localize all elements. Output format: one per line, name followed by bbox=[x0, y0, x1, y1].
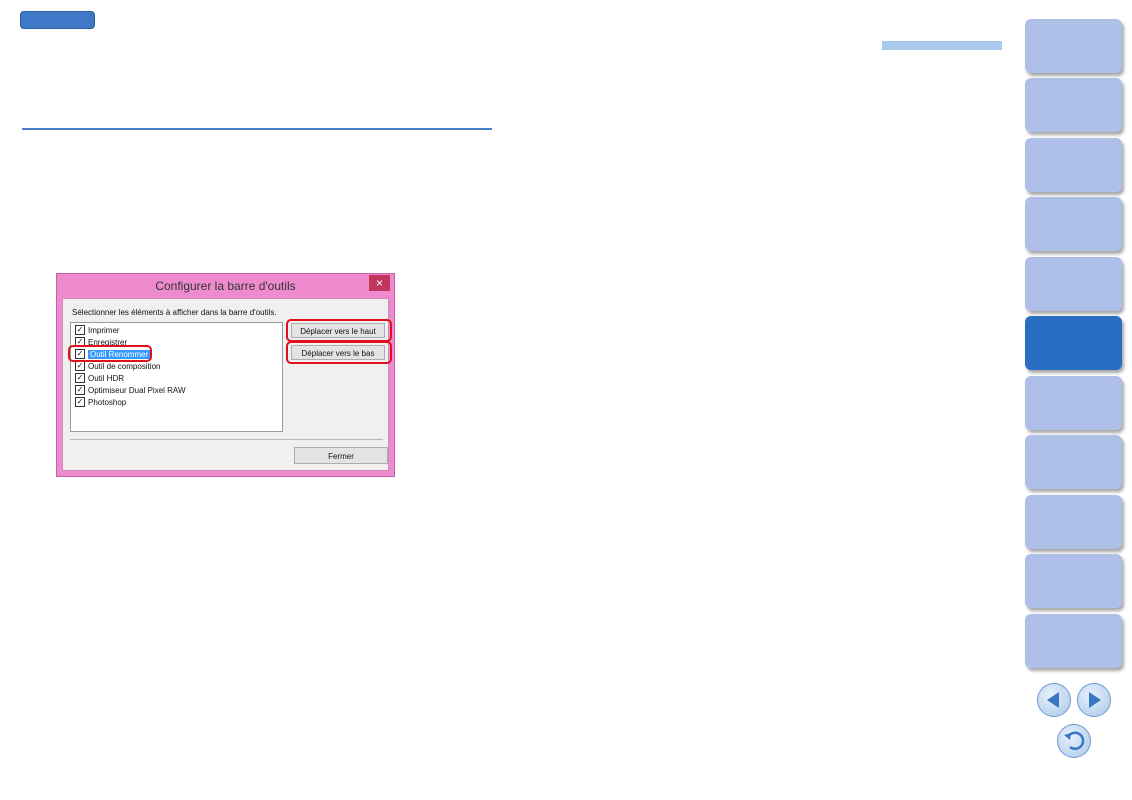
return-icon[interactable] bbox=[1057, 724, 1091, 758]
nav-tab[interactable] bbox=[1025, 554, 1122, 608]
checkbox-icon[interactable]: ✓ bbox=[75, 325, 85, 335]
checkbox-icon[interactable]: ✓ bbox=[75, 373, 85, 383]
nav-tab[interactable] bbox=[1025, 138, 1122, 192]
list-item-label: Outil de composition bbox=[88, 361, 161, 371]
list-item-label: Optimiseur Dual Pixel RAW bbox=[88, 385, 186, 395]
return-arrow-icon bbox=[1064, 731, 1085, 750]
next-page-icon[interactable] bbox=[1077, 683, 1111, 717]
checkbox-icon[interactable]: ✓ bbox=[75, 385, 85, 395]
list-item[interactable]: ✓ Optimiseur Dual Pixel RAW bbox=[75, 384, 186, 396]
section-divider bbox=[22, 128, 492, 130]
list-item[interactable]: ✓ Outil de composition bbox=[75, 360, 160, 372]
nav-tab[interactable] bbox=[1025, 257, 1122, 311]
next-arrow-icon bbox=[1089, 692, 1101, 708]
checkbox-icon[interactable]: ✓ bbox=[75, 349, 85, 359]
list-item[interactable]: ✓ Photoshop bbox=[75, 396, 126, 408]
checkbox-icon[interactable]: ✓ bbox=[75, 397, 85, 407]
top-badge[interactable] bbox=[20, 11, 95, 29]
dialog-title: Configurer la barre d'outils bbox=[155, 279, 296, 293]
dialog-body: Sélectionner les éléments à afficher dan… bbox=[62, 298, 392, 471]
toolbar-config-dialog: Configurer la barre d'outils × Sélection… bbox=[56, 273, 395, 477]
nav-tab-active[interactable] bbox=[1025, 316, 1122, 370]
list-item-label: Outil HDR bbox=[88, 373, 125, 383]
checkbox-icon[interactable]: ✓ bbox=[75, 337, 85, 347]
list-item-label: Enregistrer bbox=[88, 337, 128, 347]
checkbox-icon[interactable]: ✓ bbox=[75, 361, 85, 371]
close-button[interactable]: Fermer bbox=[294, 447, 388, 464]
dialog-instruction: Sélectionner les éléments à afficher dan… bbox=[72, 308, 277, 317]
nav-tab[interactable] bbox=[1025, 197, 1122, 251]
nav-tab[interactable] bbox=[1025, 376, 1122, 430]
toolbar-items-list[interactable]: ✓ Imprimer ✓ Enregistrer ✓ Outil Renomme… bbox=[70, 322, 283, 432]
list-item[interactable]: ✓ Outil HDR bbox=[75, 372, 124, 384]
close-icon[interactable]: × bbox=[369, 275, 390, 291]
nav-tab[interactable] bbox=[1025, 435, 1122, 489]
list-item[interactable]: ✓ Enregistrer bbox=[75, 336, 127, 348]
nav-tab[interactable] bbox=[1025, 19, 1122, 73]
dialog-separator bbox=[70, 439, 383, 440]
prev-page-icon[interactable] bbox=[1037, 683, 1071, 717]
list-item-label: Imprimer bbox=[88, 325, 120, 335]
nav-tab[interactable] bbox=[1025, 78, 1122, 132]
list-item-label: Outil Renommer bbox=[88, 349, 151, 359]
move-up-button[interactable]: Déplacer vers le haut bbox=[291, 323, 385, 338]
prev-arrow-icon bbox=[1047, 692, 1059, 708]
move-down-button[interactable]: Déplacer vers le bas bbox=[291, 345, 385, 360]
list-item[interactable]: ✓ Outil Renommer bbox=[75, 348, 151, 360]
nav-tab[interactable] bbox=[1025, 495, 1122, 549]
nav-tab[interactable] bbox=[1025, 614, 1122, 668]
list-item-label: Photoshop bbox=[88, 397, 127, 407]
list-item[interactable]: ✓ Imprimer bbox=[75, 324, 120, 336]
header-accent-bar bbox=[882, 41, 1002, 50]
